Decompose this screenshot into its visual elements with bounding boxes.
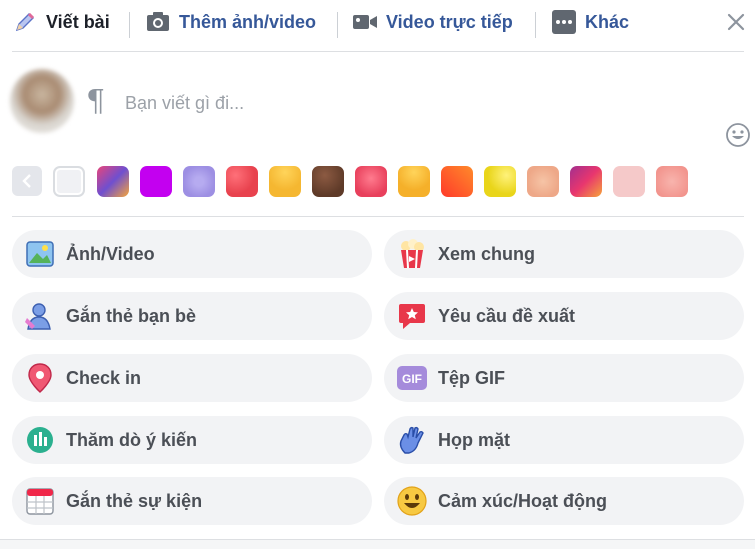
recommendation-icon [397, 301, 427, 331]
gif-icon: GIF [397, 363, 427, 393]
background-swatch[interactable] [312, 166, 344, 197]
background-swatch[interactable] [613, 166, 645, 197]
tab-more-label: Khác [585, 11, 630, 32]
action-label: Ảnh/Video [66, 243, 155, 264]
action-poll[interactable]: Thăm dò ý kiến [12, 416, 372, 464]
divider [12, 51, 744, 52]
close-icon[interactable] [722, 8, 750, 36]
tab-live-video[interactable]: Video trực tiếp [352, 8, 513, 36]
tab-separator [535, 12, 536, 38]
calendar-icon [25, 486, 55, 516]
background-swatch[interactable] [570, 166, 602, 197]
action-label: Check in [66, 367, 142, 388]
tag-friends-icon [25, 301, 55, 331]
action-label: Gắn thẻ sự kiện [66, 490, 203, 511]
tab-live-label: Video trực tiếp [386, 11, 513, 32]
camera-icon [145, 9, 171, 35]
photo-icon [25, 239, 55, 269]
divider [12, 216, 744, 217]
action-label: Gắn thẻ bạn bè [66, 305, 197, 326]
action-gif[interactable]: GIF Tệp GIF [384, 354, 744, 402]
more-dots-icon [551, 9, 577, 35]
paragraph-icon: ¶ [86, 84, 106, 119]
background-swatch[interactable] [484, 166, 516, 197]
action-photo-video[interactable]: Ảnh/Video [12, 230, 372, 278]
action-label: Xem chung [438, 243, 536, 264]
action-watch-party[interactable]: Xem chung [384, 230, 744, 278]
background-swatch[interactable] [140, 166, 172, 197]
background-swatch[interactable] [269, 166, 301, 197]
background-swatch[interactable] [226, 166, 258, 197]
composer-tabs: Viết bài Thêm ảnh/video Video trực tiếp [0, 0, 755, 44]
smiley-icon[interactable] [725, 122, 751, 148]
action-label: Cảm xúc/Hoạt động [438, 490, 608, 511]
avatar[interactable] [10, 69, 74, 133]
post-text-input[interactable] [125, 90, 705, 116]
action-meetup[interactable]: Họp mặt [384, 416, 744, 464]
tab-more[interactable]: Khác [551, 8, 629, 36]
background-swatch[interactable] [355, 166, 387, 197]
tab-add-photo-video[interactable]: Thêm ảnh/video [145, 8, 316, 36]
background-swatch[interactable] [441, 166, 473, 197]
location-pin-icon [25, 363, 55, 393]
action-tag-friends[interactable]: Gắn thẻ bạn bè [12, 292, 372, 340]
svg-text:GIF: GIF [402, 372, 422, 386]
video-camera-icon [352, 9, 378, 35]
tab-separator [337, 12, 338, 38]
background-swatch-plain[interactable] [53, 166, 85, 197]
action-label: Họp mặt [438, 429, 510, 450]
pencil-icon [12, 9, 38, 35]
tab-separator [129, 12, 130, 38]
tab-write-label: Viết bài [46, 11, 110, 32]
action-label: Yêu cầu đề xuất [438, 305, 576, 326]
background-swatch[interactable] [656, 166, 688, 197]
tab-photo-label: Thêm ảnh/video [179, 11, 317, 32]
footer-divider [0, 539, 755, 549]
background-swatch[interactable] [398, 166, 430, 197]
smiley-face-icon [397, 486, 427, 516]
action-feeling-activity[interactable]: Cảm xúc/Hoạt động [384, 477, 744, 525]
action-ask-recommendations[interactable]: Yêu cầu đề xuất [384, 292, 744, 340]
background-swatch[interactable] [97, 166, 129, 197]
chevron-left-icon[interactable] [12, 166, 42, 196]
wave-hand-icon [397, 425, 427, 455]
action-label: Tệp GIF [438, 367, 505, 388]
poll-icon [25, 425, 55, 455]
popcorn-icon [397, 239, 427, 269]
action-check-in[interactable]: Check in [12, 354, 372, 402]
tab-write-post[interactable]: Viết bài [12, 8, 110, 36]
background-swatch[interactable] [527, 166, 559, 197]
background-swatch[interactable] [183, 166, 215, 197]
action-tag-event[interactable]: Gắn thẻ sự kiện [12, 477, 372, 525]
action-label: Thăm dò ý kiến [66, 429, 198, 450]
